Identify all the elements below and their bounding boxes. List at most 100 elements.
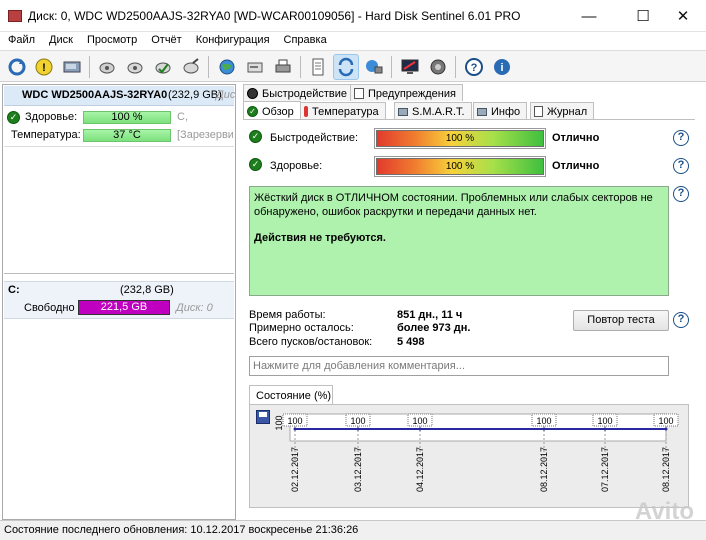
tab-temperature[interactable]: Температура (300, 102, 386, 119)
x-tick-label: 08.12.2017 (661, 447, 671, 492)
warning-icon[interactable]: ! (31, 54, 57, 80)
free-space-bar: 221,5 GB (78, 300, 170, 315)
x-tick-label: 04.12.2017 (415, 447, 425, 492)
health-label: Здоровье: (25, 111, 78, 123)
status-message-line2: обнаружено, ошибок раскрутки и передачи … (254, 206, 537, 218)
tab-info[interactable]: Инфо (473, 102, 528, 119)
data-label: 100 (287, 416, 302, 426)
free-label: Свободно (24, 302, 75, 314)
toolbar: ! ? i (0, 50, 706, 82)
overview-health-bar: 100 % (374, 156, 546, 177)
health-extra: C, (177, 111, 188, 123)
thermometer-icon (304, 106, 308, 117)
data-label: 100 (658, 416, 673, 426)
title-bar: Диск: 0, WDC WD2500AAJS-32RYA0 [WD-WCAR0… (0, 0, 706, 32)
temperature-bar: 37 °C (83, 129, 171, 142)
retest-button[interactable]: Повтор теста (573, 310, 669, 331)
partition-letter: C: (8, 284, 20, 296)
disk-surface-icon[interactable] (122, 54, 148, 80)
health-help-icon[interactable]: ? (673, 158, 689, 174)
menu-help[interactable]: Справка (278, 32, 335, 50)
tab-smart[interactable]: S.M.A.R.T. (394, 102, 472, 119)
y-tick-label: 100 (274, 415, 284, 430)
x-tick-label: 03.12.2017 (353, 447, 363, 492)
disk-size: (232,9 GB) (168, 89, 222, 101)
performance-icon (247, 88, 258, 99)
monitor-icon[interactable] (397, 54, 423, 80)
health-ok-icon: ✓ (249, 158, 262, 171)
disk-list-panel: WDC WD2500AAJS-32RYA0 (232,9 GB) Дис ✓ З… (2, 84, 236, 520)
tab-overview[interactable]: ✓ Обзор (243, 101, 301, 120)
chart-svg: 100 100 100 100 100 100 02.12.2017 03.12.2017 0… (274, 413, 679, 492)
performance-bar-fill: 100 % (376, 130, 544, 147)
disk-check-icon[interactable] (150, 54, 176, 80)
data-point (603, 427, 607, 431)
data-point (418, 427, 422, 431)
remaining-value: более 973 дн. (397, 322, 471, 334)
warnings-icon (354, 88, 364, 99)
comment-input[interactable]: Нажмите для добавления комментария... (249, 356, 669, 376)
data-label: 100 (536, 416, 551, 426)
info-tab-icon (477, 107, 487, 116)
globe-icon[interactable] (214, 54, 240, 80)
x-tick-label: 08.12.2017 (539, 447, 549, 492)
menu-view[interactable]: Просмотр (81, 32, 145, 50)
disk-drive-icon[interactable] (59, 54, 85, 80)
speaker-icon[interactable] (425, 54, 451, 80)
tab-log[interactable]: Журнал (530, 102, 595, 119)
uptime-value: 851 дн., 11 ч (397, 309, 463, 321)
refresh-icon[interactable] (4, 54, 30, 80)
chart-tab[interactable]: Состояние (%) (249, 385, 333, 405)
data-label: 100 (412, 416, 427, 426)
svg-text:i: i (500, 62, 503, 74)
status-bar: Состояние последнего обновления: 10.12.2… (0, 520, 706, 540)
temperature-extra: [Зарезерви (177, 129, 233, 141)
help-icon[interactable]: ? (461, 54, 487, 80)
x-tick-label: 02.12.2017 (290, 447, 300, 492)
health-status: Отлично (552, 160, 600, 172)
disk-label: Дис (216, 89, 236, 101)
disk-header[interactable]: WDC WD2500AAJS-32RYA0 (232,9 GB) Дис (4, 86, 236, 106)
performance-label: Быстродействие: (270, 132, 359, 144)
retest-help-icon[interactable]: ? (673, 312, 689, 328)
remaining-label: Примерно осталось: (249, 322, 354, 334)
performance-help-icon[interactable]: ? (673, 130, 689, 146)
overview-icon: ✓ (247, 106, 258, 117)
disk-search-icon[interactable] (178, 54, 204, 80)
menu-disk[interactable]: Диск (43, 32, 81, 50)
sync-icon[interactable] (333, 54, 359, 80)
minimize-button[interactable]: — (566, 0, 612, 32)
info-icon[interactable]: i (489, 54, 515, 80)
partition-disk-ref: Диск: 0 (176, 302, 213, 314)
network-icon[interactable] (361, 54, 387, 80)
starts-value: 5 498 (397, 336, 425, 348)
status-message: Жёсткий диск в ОТЛИЧНОМ состоянии. Пробл… (249, 186, 669, 296)
performance-bar: 100 % (374, 128, 546, 149)
data-point (293, 427, 297, 431)
menu-bar: Файл Диск Просмотр Отчёт Конфигурация Сп… (0, 32, 706, 50)
uptime-label: Время работы: (249, 309, 326, 321)
disk-test-icon[interactable] (94, 54, 120, 80)
menu-file[interactable]: Файл (2, 32, 43, 50)
menu-report[interactable]: Отчёт (145, 32, 189, 50)
disk-name: WDC WD2500AAJS-32RYA0 (22, 89, 168, 101)
close-button[interactable]: ✕ (660, 0, 706, 32)
menu-config[interactable]: Конфигурация (190, 32, 278, 50)
report-icon[interactable] (305, 54, 331, 80)
log-icon (534, 106, 543, 117)
printer-icon[interactable] (270, 54, 296, 80)
tab-performance[interactable]: Быстродействие (243, 84, 354, 101)
data-point (542, 427, 546, 431)
health-chart-panel: Состояние (%) 100 100 100 100 100 100 02.12.2… (249, 385, 689, 510)
app-icon (8, 10, 22, 22)
status-help-icon[interactable]: ? (673, 186, 689, 202)
svg-text:!: ! (42, 62, 46, 74)
tab-warnings[interactable]: Предупреждения (350, 84, 463, 101)
status-message-line1: Жёсткий диск в ОТЛИЧНОМ состоянии. Пробл… (254, 192, 653, 204)
chart-area: 100 100 100 100 100 100 02.12.2017 03.12.2017 0… (249, 404, 689, 508)
partition-entry[interactable]: C: (232,8 GB) Свободно 221,5 GB Диск: 0 (4, 281, 234, 319)
check-icon: ✓ (7, 111, 20, 124)
temperature-label: Температура: (11, 129, 81, 141)
performance-ok-icon: ✓ (249, 130, 262, 143)
hdd-icon[interactable] (242, 54, 268, 80)
